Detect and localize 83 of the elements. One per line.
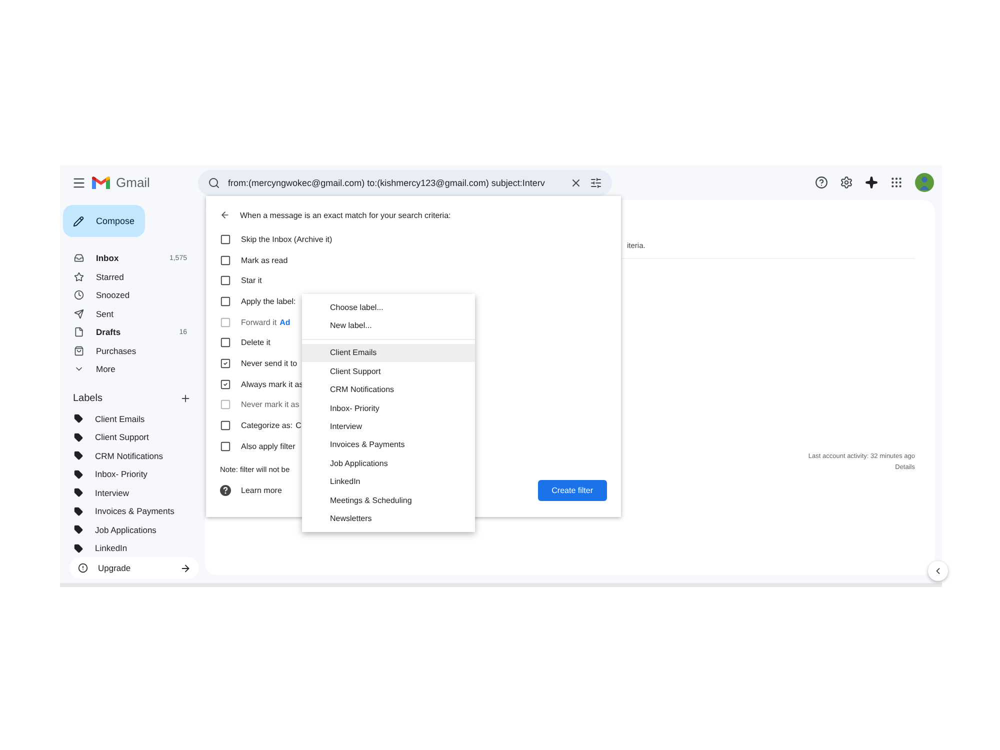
option-label: Star it — [241, 276, 262, 286]
menu-item[interactable]: LinkedIn — [302, 472, 475, 491]
close-icon[interactable] — [570, 176, 582, 188]
menu-item[interactable]: CRM Notifications — [302, 380, 475, 399]
menu-icon[interactable] — [72, 176, 86, 190]
search-icon[interactable] — [208, 176, 220, 188]
checkbox[interactable] — [220, 378, 231, 390]
nav-item[interactable]: Starred — [60, 268, 205, 286]
label-item[interactable]: Inbox- Priority — [60, 465, 205, 484]
checkbox[interactable] — [220, 420, 231, 432]
label-icon — [74, 488, 83, 498]
label-icon — [74, 414, 83, 424]
info-icon — [78, 563, 88, 573]
settings-icon[interactable] — [840, 176, 853, 189]
arrow-right-icon — [180, 562, 191, 574]
option-label: Delete it — [241, 338, 270, 348]
label-item[interactable]: LinkedIn — [60, 539, 205, 555]
label-item[interactable]: CRM Notifications — [60, 446, 205, 465]
label-item[interactable]: Interview — [60, 484, 205, 502]
compose-button[interactable]: Compose — [63, 205, 145, 237]
filter-options-icon[interactable] — [590, 176, 602, 188]
nav-item[interactable]: Snoozed — [60, 286, 205, 304]
label-icon — [74, 544, 83, 553]
add-icon[interactable] — [180, 392, 191, 404]
checkbox[interactable] — [220, 275, 231, 286]
help-icon — [220, 484, 231, 496]
star-icon — [74, 272, 84, 282]
label-icon — [74, 470, 83, 479]
label-item[interactable]: Invoices & Payments — [60, 502, 205, 520]
menu-action[interactable]: Choose label... — [302, 298, 475, 316]
checkbox[interactable] — [220, 234, 231, 245]
pencil-icon — [73, 216, 84, 226]
checkbox[interactable] — [220, 254, 231, 266]
help-icon[interactable] — [815, 176, 828, 189]
menu-item[interactable]: Inbox- Priority — [302, 398, 475, 418]
option-label: Apply the label: — [241, 296, 296, 306]
label-item[interactable]: Job Applications — [60, 520, 205, 539]
category-value: C — [296, 421, 302, 430]
menu-item[interactable]: Invoices & Payments — [302, 436, 475, 454]
option-label: Forward it — [241, 318, 277, 327]
checkbox[interactable] — [220, 440, 231, 452]
menu-item[interactable]: Interview — [302, 417, 475, 436]
label-icon — [74, 451, 83, 460]
menu-item[interactable]: Newsletters — [302, 509, 475, 528]
learn-more-link[interactable]: Learn more — [241, 486, 282, 495]
nav-item[interactable]: More — [60, 360, 205, 378]
checkbox[interactable] — [220, 296, 231, 307]
send-icon — [74, 308, 84, 319]
label-item[interactable]: Client Emails — [60, 410, 205, 428]
nav-item[interactable]: Purchases — [60, 342, 205, 360]
option-label: Never send it to — [241, 358, 298, 368]
checkbox[interactable] — [220, 337, 231, 348]
option-label: Categorize as: — [241, 421, 293, 430]
nav-item[interactable]: Sent — [60, 304, 205, 323]
option-label: Mark as read — [241, 256, 288, 265]
gmail-logo-icon — [92, 176, 110, 190]
label-item[interactable]: Client Support — [60, 428, 205, 446]
panel-heading: When a message is an exact match for your search criteria: — [240, 210, 451, 220]
search-field[interactable]: from:(mercyngwokec@gmail.com) to:(kishmercy123@gmail.com) subject:Interv — [198, 170, 612, 196]
menu-item[interactable]: Meetings & Scheduling — [302, 490, 475, 510]
option-label: Never mark it as — [241, 400, 300, 410]
label-icon — [74, 432, 83, 442]
back-icon[interactable] — [220, 210, 230, 220]
menu-item[interactable]: Job Applications — [302, 454, 475, 473]
label-icon — [74, 506, 83, 516]
bag-icon — [74, 346, 84, 356]
checkbox[interactable] — [220, 358, 231, 369]
option-label: Skip the Inbox (Archive it) — [241, 234, 332, 244]
clock-icon — [74, 290, 84, 300]
menu-item[interactable]: Client Support — [302, 362, 475, 381]
menu-action[interactable]: New label... — [302, 316, 475, 335]
label-icon — [74, 525, 83, 534]
sparkle-icon[interactable] — [865, 176, 878, 189]
apps-grid-icon[interactable] — [890, 176, 903, 189]
upgrade-button[interactable]: Upgrade — [70, 557, 199, 579]
labels-heading: Labels — [73, 392, 102, 404]
avatar-icon[interactable] — [915, 173, 934, 192]
file-icon — [74, 327, 84, 338]
create-filter-button[interactable]: Create filter — [538, 480, 607, 501]
inbox-icon — [74, 253, 84, 264]
menu-item[interactable]: Client Emails — [302, 344, 475, 362]
option-label: Also apply filter — [241, 442, 296, 451]
app-name: Gmail — [116, 175, 150, 190]
